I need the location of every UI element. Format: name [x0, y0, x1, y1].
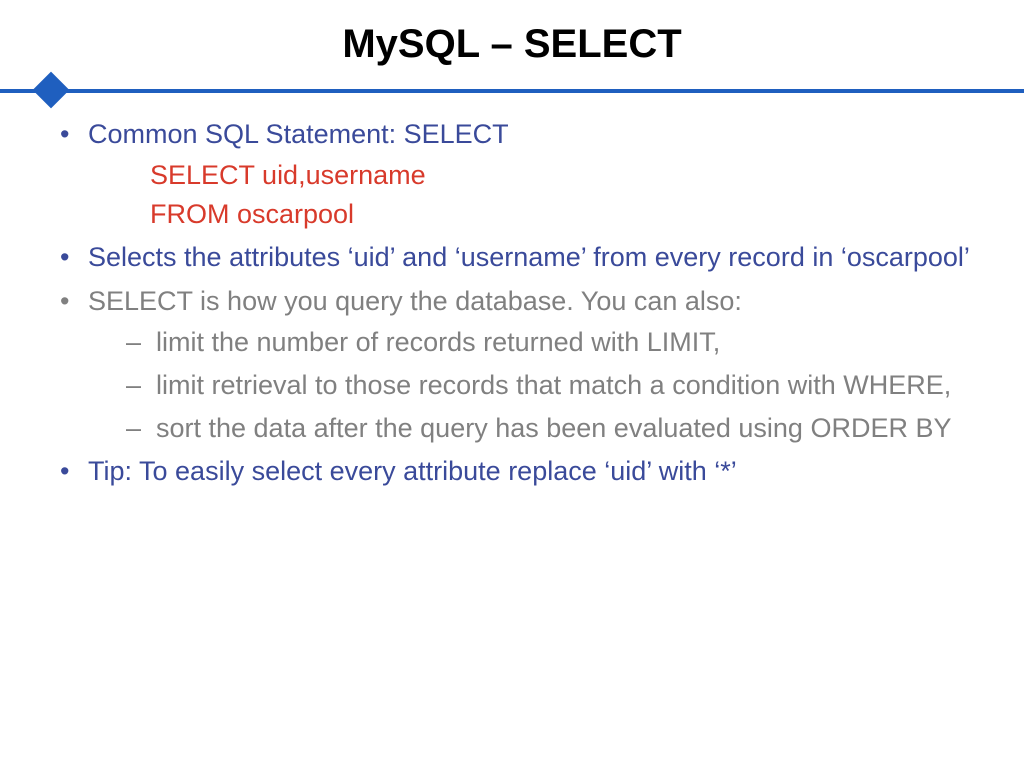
bullet-2: Selects the attributes ‘uid’ and ‘userna…	[60, 238, 984, 277]
bullet-4-text: Tip: To easily select every attribute re…	[88, 456, 737, 486]
sub-bullet-3: sort the data after the query has been e…	[126, 409, 984, 448]
sub-bullet-2: limit retrieval to those records that ma…	[126, 366, 984, 405]
bullet-1: Common SQL Statement: SELECT SELECT uid,…	[60, 115, 984, 234]
sub-bullet-1: limit the number of records returned wit…	[126, 323, 984, 362]
sub-list: limit the number of records returned wit…	[88, 323, 984, 448]
code-line-1: SELECT uid,username	[150, 156, 984, 195]
code-line-2: FROM oscarpool	[150, 195, 984, 234]
bullet-1-text: Common SQL Statement: SELECT	[88, 119, 509, 149]
slide-title: MySQL – SELECT	[0, 0, 1024, 85]
bullet-3: SELECT is how you query the database. Yo…	[60, 282, 984, 449]
rule-line	[0, 89, 1024, 93]
bullet-3-text: SELECT is how you query the database. Yo…	[88, 286, 742, 316]
title-rule	[0, 85, 1024, 97]
bullet-2-text: Selects the attributes ‘uid’ and ‘userna…	[88, 242, 970, 272]
bullet-list: Common SQL Statement: SELECT SELECT uid,…	[60, 115, 984, 491]
bullet-4: Tip: To easily select every attribute re…	[60, 452, 984, 491]
slide-content: Common SQL Statement: SELECT SELECT uid,…	[0, 115, 1024, 491]
code-block: SELECT uid,username FROM oscarpool	[88, 156, 984, 234]
